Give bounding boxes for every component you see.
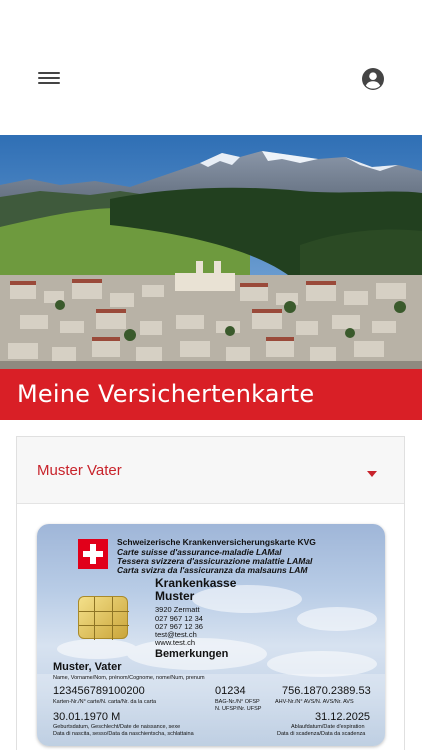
insurer-line-2: Muster <box>155 589 195 603</box>
insurance-card: Schweizerische Krankenversicherungskarte… <box>37 524 385 746</box>
app-header <box>0 0 422 135</box>
insurer-line-1: Krankenkasse <box>155 576 237 590</box>
account-circle-icon[interactable] <box>361 67 385 91</box>
birth-caption-1: Geburtsdatum, Geschlecht/Date de naissan… <box>53 724 181 730</box>
card-chip-icon <box>78 596 129 640</box>
insured-person-selected: Muster Vater <box>37 462 122 479</box>
insurer-web: www.test.ch <box>155 638 196 647</box>
card-heading-de: Schweizerische Krankenversicherungskarte… <box>117 537 316 547</box>
birth-caption-2: Data di nascita, sesso/Data da naschient… <box>53 731 194 737</box>
bag-number: 01234 <box>215 685 246 697</box>
caret-down-icon <box>367 471 377 477</box>
expiry-caption-1: Ablaufdatum/Date d'expiration <box>291 724 365 730</box>
holder-name: Muster, Vater <box>53 661 122 673</box>
hero-landscape-image <box>0 135 422 369</box>
expiry-date: 31.12.2025 <box>315 711 371 723</box>
page-title: Meine Versichertenkarte <box>17 380 315 408</box>
hamburger-menu-icon[interactable] <box>38 69 60 87</box>
card-number-caption: Karten-Nr./N° carte/N. carta/Nr. da la c… <box>53 699 157 705</box>
birth-info: 30.01.1970 M <box>53 711 121 723</box>
ahv-caption: AHV-Nr./N° AVS/N. AVS/Nr. AVS <box>275 699 354 705</box>
ahv-number: 756.1870.2389.53 <box>282 685 371 697</box>
remarks-label: Bemerkungen <box>155 648 229 660</box>
bag-caption-1: BAG-Nr./N° OFSP <box>215 699 260 705</box>
insurer-address: 3920 Zermatt <box>155 605 200 614</box>
swiss-flag-icon <box>78 539 108 569</box>
insured-person-dropdown[interactable]: Muster Vater <box>17 437 404 504</box>
card-number: 123456789100200 <box>53 685 145 697</box>
page-title-band: Meine Versichertenkarte <box>0 369 422 420</box>
card-heading-rm: Carta svizra da l'assicuranza da malsaun… <box>117 565 308 575</box>
holder-name-caption: Name, Vorname/Nom, prénom/Cognome, nome/… <box>53 675 205 681</box>
expiry-caption-2: Data di scadenza/Data da scadenza <box>277 731 366 737</box>
bag-caption-2: N. UFSP/Nr. UFSP <box>215 706 262 712</box>
